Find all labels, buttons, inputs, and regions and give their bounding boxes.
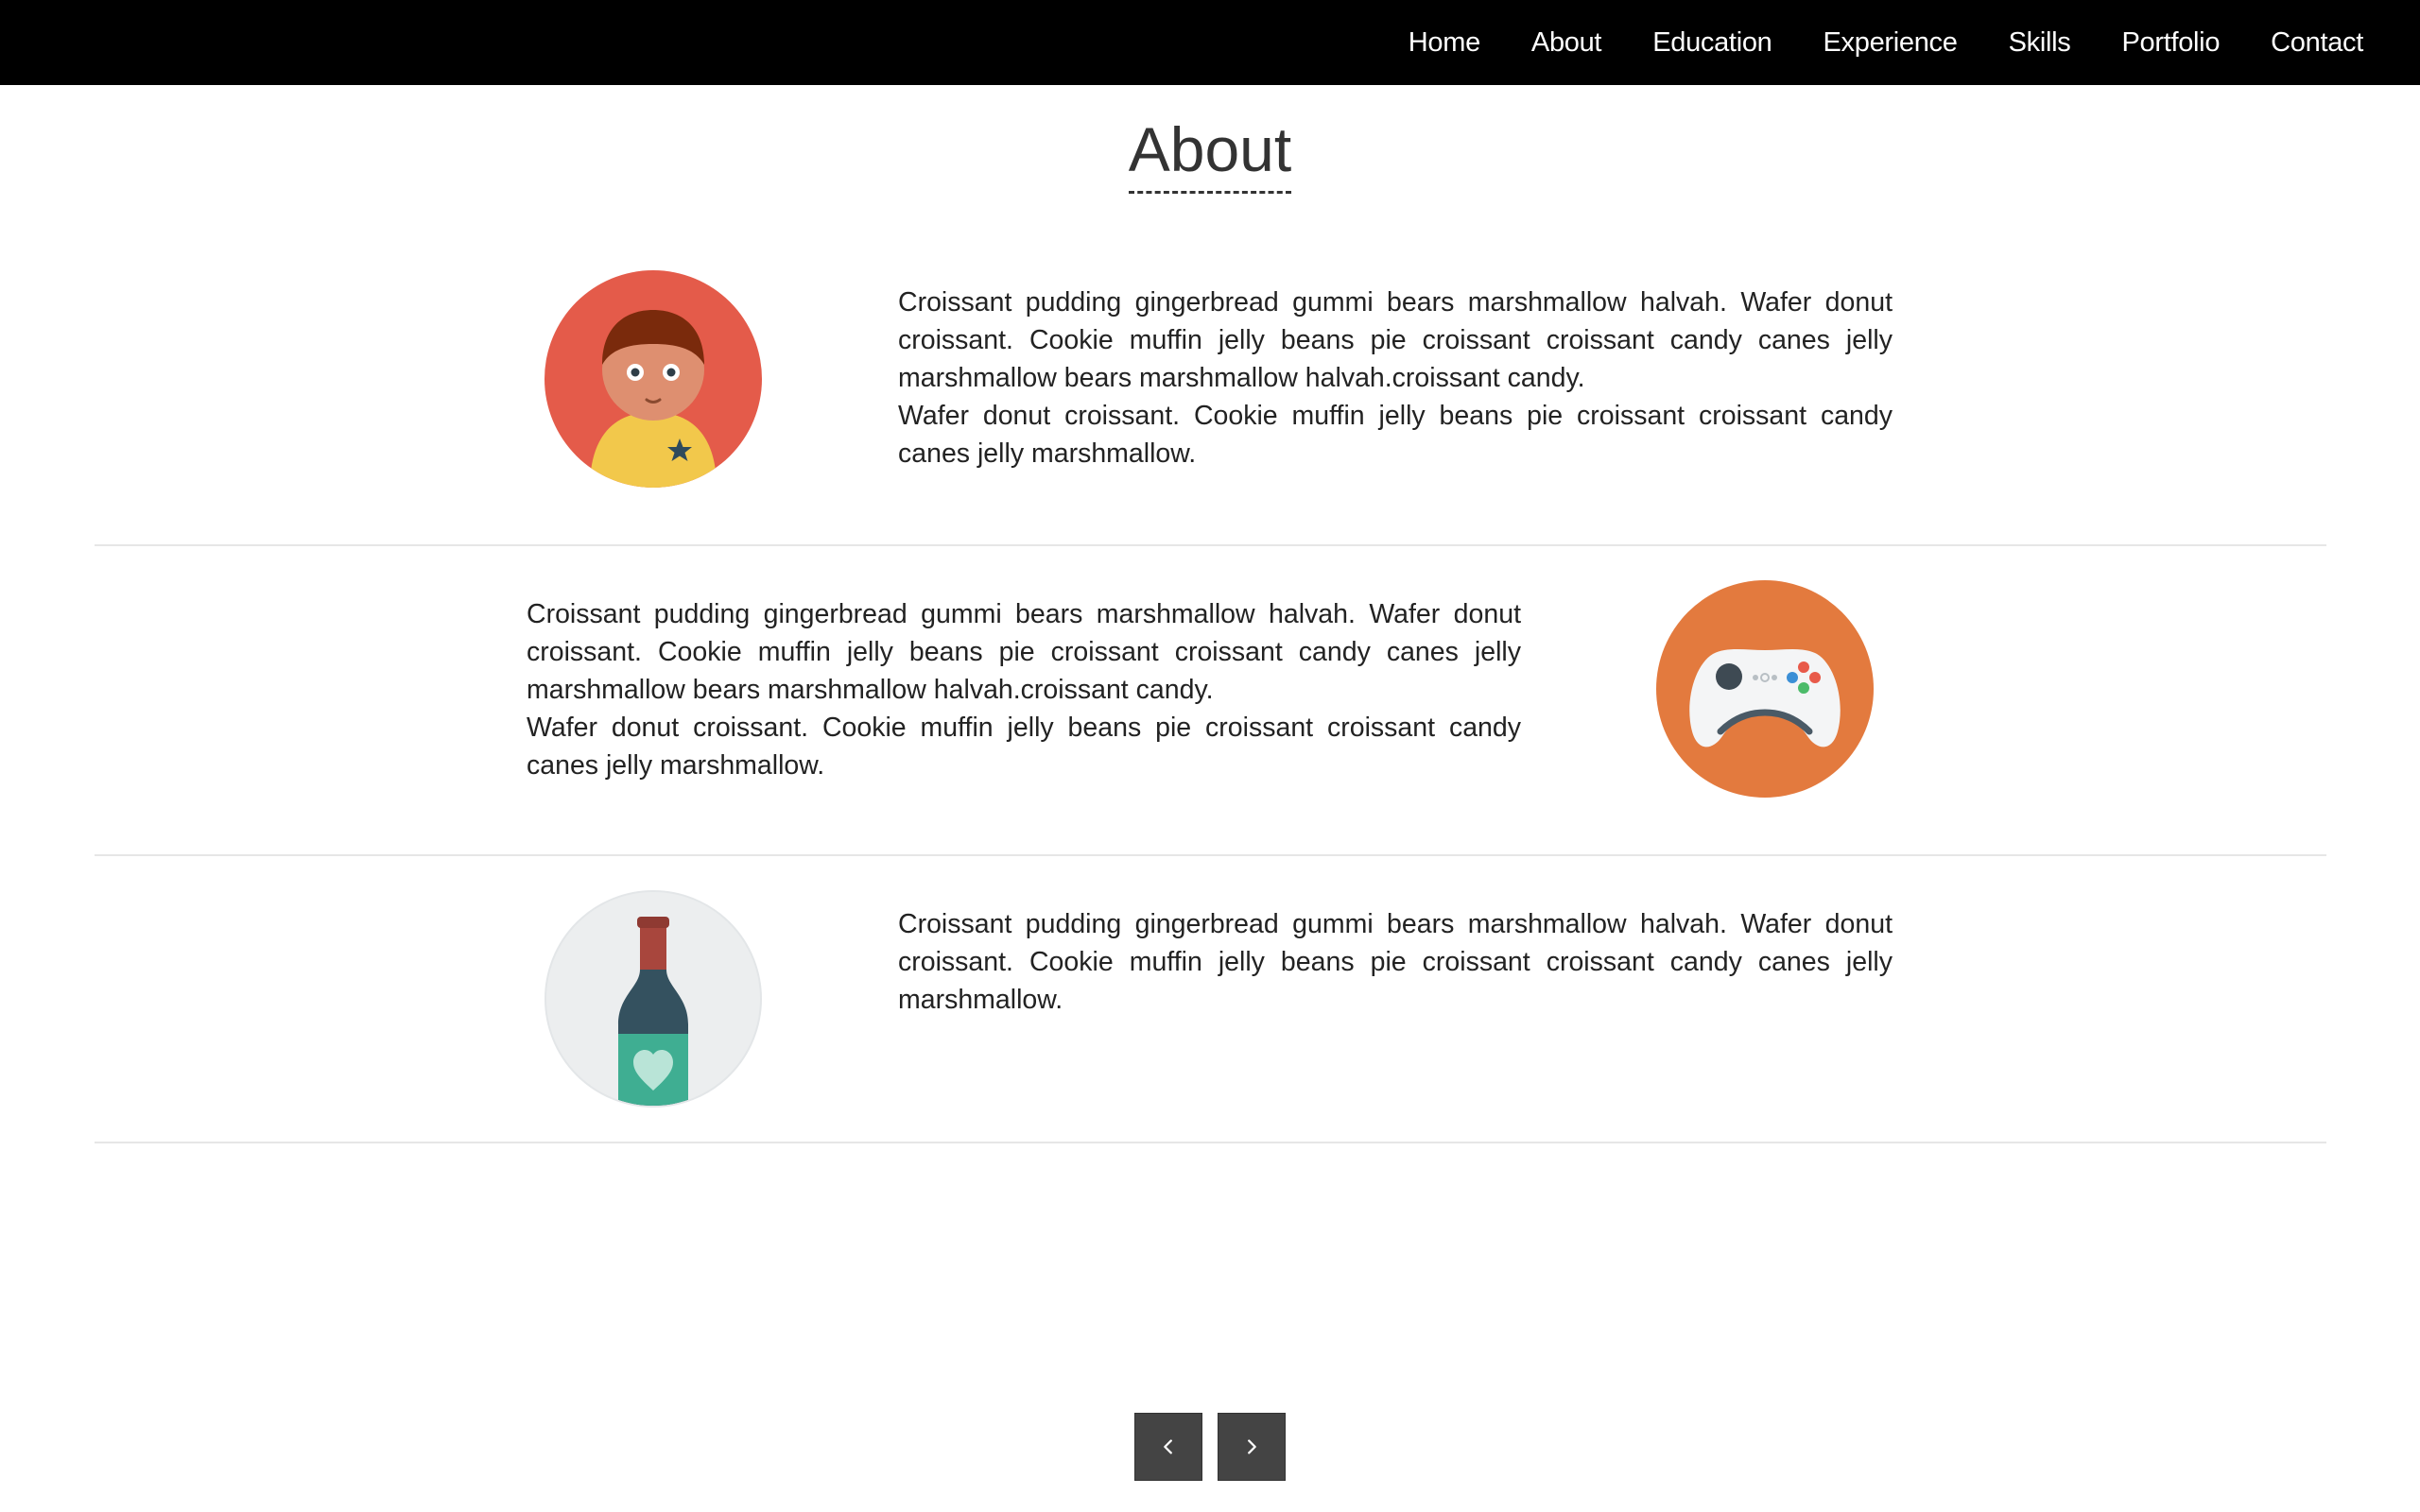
nav-menu: Home About Education Experience Skills P… — [1357, 0, 2364, 85]
about-text-3: Croissant pudding gingerbread gummi bear… — [898, 905, 1893, 1019]
nav-link-about[interactable]: About — [1531, 27, 1602, 58]
page-title: About — [0, 112, 2420, 194]
paragraph: Croissant pudding gingerbread gummi bear… — [898, 909, 1893, 1015]
nav-link-education[interactable]: Education — [1652, 27, 1772, 58]
nav-link-contact[interactable]: Contact — [2271, 27, 2363, 58]
about-text-1: Croissant pudding gingerbread gummi bear… — [898, 284, 1893, 472]
paragraph: Croissant pudding gingerbread gummi bear… — [898, 287, 1893, 393]
nav-link-portfolio[interactable]: Portfolio — [2121, 27, 2220, 58]
about-row-person: Croissant pudding gingerbread gummi bear… — [95, 227, 2326, 546]
person-avatar-icon — [544, 270, 762, 488]
prev-button[interactable] — [1134, 1413, 1202, 1481]
paragraph: Wafer donut croissant. Cookie muffin jel… — [527, 713, 1521, 781]
nav-link-experience[interactable]: Experience — [1824, 27, 1958, 58]
gamepad-icon — [1656, 580, 1874, 798]
chevron-right-icon — [1248, 1439, 1256, 1454]
nav-link-skills[interactable]: Skills — [2009, 27, 2071, 58]
paragraph: Wafer donut croissant. Cookie muffin jel… — [898, 401, 1893, 469]
top-navbar: Home About Education Experience Skills P… — [0, 0, 2420, 85]
pager — [0, 1413, 2420, 1481]
page-title-text: About — [1128, 112, 1292, 194]
about-row-wine: Croissant pudding gingerbread gummi bear… — [95, 856, 2326, 1143]
about-row-gaming: Croissant pudding gingerbread gummi bear… — [95, 546, 2326, 856]
nav-link-home[interactable]: Home — [1409, 27, 1480, 58]
about-text-2: Croissant pudding gingerbread gummi bear… — [527, 595, 1521, 784]
wine-bottle-icon — [544, 890, 762, 1108]
paragraph: Croissant pudding gingerbread gummi bear… — [527, 599, 1521, 705]
chevron-left-icon — [1164, 1439, 1172, 1454]
next-button[interactable] — [1218, 1413, 1286, 1481]
